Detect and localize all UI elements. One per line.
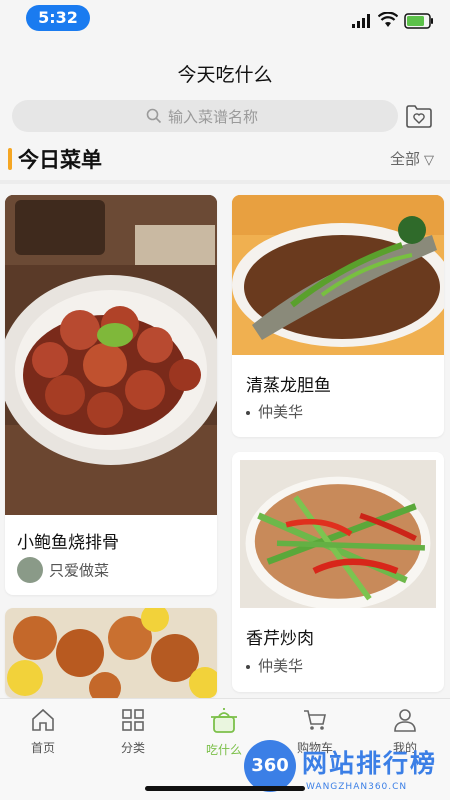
signal-icon xyxy=(352,14,370,28)
triangle-down-icon: ▽ xyxy=(424,153,435,168)
dot-icon xyxy=(246,410,250,415)
cart-icon xyxy=(304,710,326,730)
recipe-name: 清蒸龙胆鱼 xyxy=(246,376,331,396)
avatar xyxy=(17,557,43,583)
recipe-name: 小鲍鱼烧排骨 xyxy=(17,533,119,553)
search-input[interactable]: 输入菜谱名称 xyxy=(12,100,398,132)
wifi-icon xyxy=(378,12,398,27)
favorites-folder-icon[interactable] xyxy=(405,103,433,129)
recipe-image xyxy=(240,460,436,608)
tab-home[interactable]: 首页 xyxy=(8,707,78,756)
section-title: 今日菜单 xyxy=(18,148,102,172)
recipe-author: 仲美华 xyxy=(246,401,303,422)
recipe-image xyxy=(5,608,217,698)
recipe-image xyxy=(5,195,217,515)
dot-icon xyxy=(246,664,250,669)
tab-category[interactable]: 分类 xyxy=(98,707,168,756)
watermark-subtext: WANGZHAN360.CN xyxy=(306,782,408,792)
divider xyxy=(0,180,450,184)
author-name: 仲美华 xyxy=(258,403,304,421)
author-name: 仲美华 xyxy=(258,657,304,675)
watermark-logo: 360 xyxy=(244,740,296,792)
recipe-name: 香芹炒肉 xyxy=(246,629,314,649)
page-title: 今天吃什么 xyxy=(177,64,273,86)
battery-icon xyxy=(404,13,433,29)
tab-label: 首页 xyxy=(30,741,55,755)
user-icon xyxy=(394,709,416,732)
recipe-card[interactable]: 香芹炒肉 仲美华 xyxy=(232,452,444,692)
tab-label: 分类 xyxy=(120,741,145,755)
grid-icon xyxy=(122,709,144,731)
status-bar: 5:32 xyxy=(0,0,450,44)
search-placeholder: 输入菜谱名称 xyxy=(168,108,259,126)
watermark-text: 网站排行榜 xyxy=(302,749,438,778)
recipe-author: 仲美华 xyxy=(246,655,303,676)
recipe-image xyxy=(232,195,444,355)
section-accent-bar xyxy=(8,148,12,170)
home-icon xyxy=(32,708,54,731)
filter-dropdown[interactable]: 全部 ▽ xyxy=(390,148,434,169)
recipe-card[interactable]: 清蒸龙胆鱼 仲美华 xyxy=(232,195,444,437)
author-name: 只爱做菜 xyxy=(49,561,110,580)
home-indicator[interactable] xyxy=(145,786,305,791)
pot-icon xyxy=(211,708,237,733)
recipe-card[interactable]: 小鲍鱼烧排骨 只爱做菜 xyxy=(5,195,217,595)
filter-label: 全部 xyxy=(390,150,421,168)
recipe-card[interactable] xyxy=(5,608,217,698)
search-icon xyxy=(146,108,162,124)
status-time: 5:32 xyxy=(26,5,90,31)
recipe-author: 只爱做菜 xyxy=(17,557,109,583)
